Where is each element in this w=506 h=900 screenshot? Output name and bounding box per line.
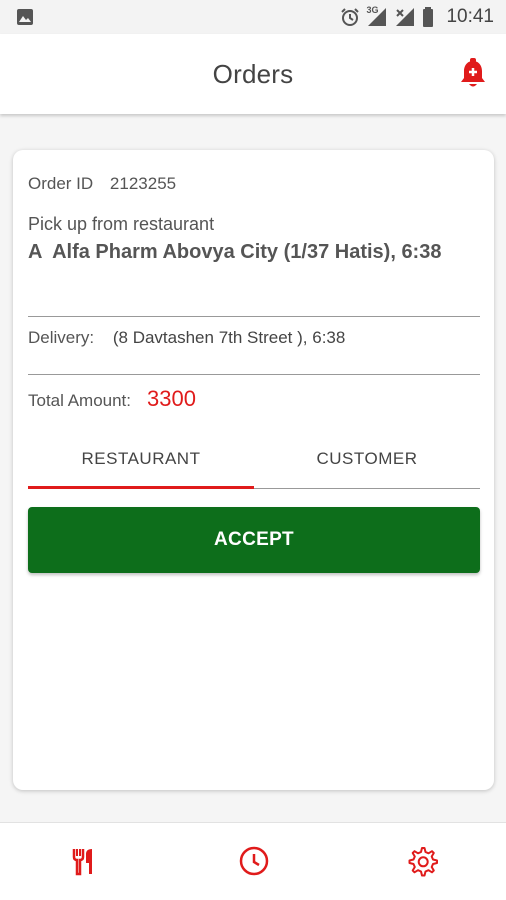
divider <box>28 374 480 375</box>
total-amount-label: Total Amount: <box>28 391 132 410</box>
battery-icon <box>422 7 434 27</box>
signal-x-icon <box>394 7 416 27</box>
order-id-value: 2123255 <box>109 174 177 193</box>
alarm-icon <box>340 7 360 27</box>
fork-knife-icon[interactable] <box>64 841 104 881</box>
pickup-restaurant-name: A Alfa Pharm Abovya City (1/37 Hatis), 6… <box>28 241 442 263</box>
accept-button[interactable]: ACCEPT <box>28 507 480 573</box>
signal-icon: 3G <box>366 5 388 27</box>
tab-customer[interactable]: CUSTOMER <box>254 430 480 488</box>
app-bar: Orders <box>0 34 506 114</box>
total-amount-value: 3300 <box>147 386 196 411</box>
pickup-label: Pick up from restaurant <box>28 214 215 234</box>
notification-bell-icon[interactable] <box>458 58 488 90</box>
status-bar: 3G 10:41 <box>0 0 506 34</box>
image-icon <box>16 8 34 26</box>
order-card: Order ID 2123255 Pick up from restaurant… <box>13 150 494 790</box>
order-id-row: Order ID 2123255 <box>28 174 176 194</box>
total-amount-row: Total Amount: 3300 <box>28 386 196 412</box>
network-type-label: 3G <box>366 5 379 15</box>
tab-restaurant[interactable]: RESTAURANT <box>28 430 254 488</box>
gear-icon[interactable] <box>402 841 442 881</box>
order-id-label: Order ID <box>28 174 94 193</box>
order-tabs: RESTAURANT CUSTOMER <box>28 430 480 490</box>
delivery-address: (8 Davtashen 7th Street ), 6:38 <box>112 328 346 347</box>
bottom-nav <box>0 822 506 900</box>
delivery-label: Delivery: <box>28 328 95 347</box>
delivery-row: Delivery: (8 Davtashen 7th Street ), 6:3… <box>28 328 345 348</box>
page-title: Orders <box>212 58 294 89</box>
divider <box>28 316 480 317</box>
clock-icon[interactable] <box>234 841 274 881</box>
status-time: 10:41 <box>446 6 494 27</box>
active-tab-indicator <box>28 486 254 489</box>
